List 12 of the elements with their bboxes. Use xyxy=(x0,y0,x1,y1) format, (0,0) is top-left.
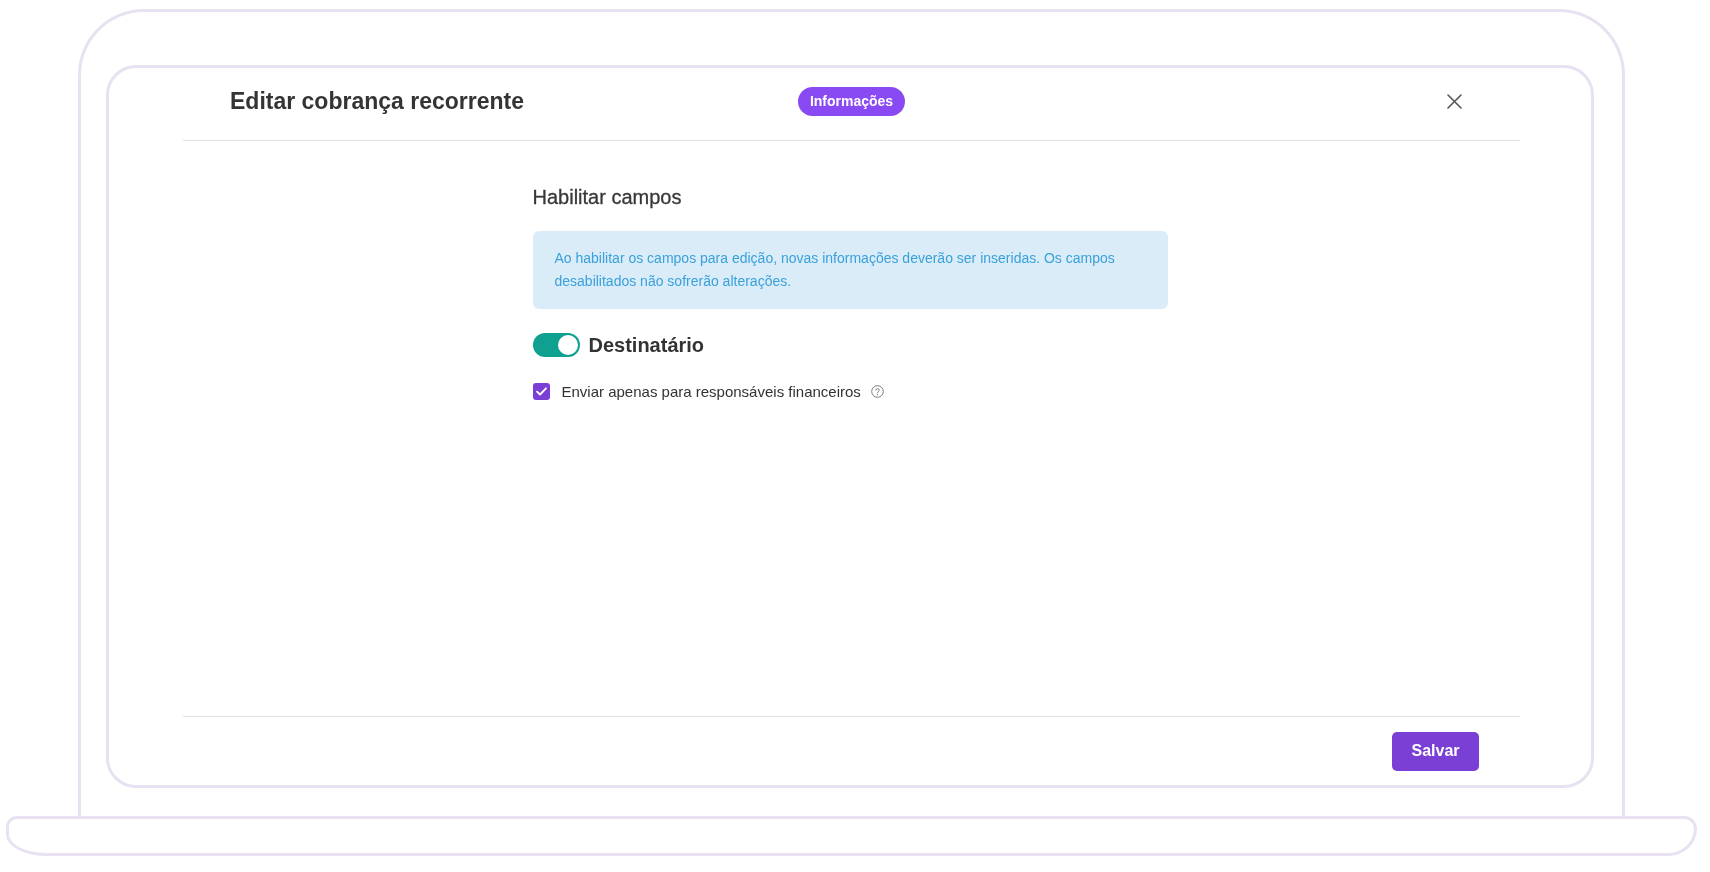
info-badge: Informações xyxy=(797,86,906,116)
checkbox[interactable] xyxy=(532,383,550,400)
checkbox-label: Enviar apenas para responsáveis financeiros xyxy=(561,383,861,400)
toggle-label: Destinatário xyxy=(588,333,705,357)
checkmark-icon xyxy=(535,387,547,396)
toggle-switch[interactable] xyxy=(532,333,580,357)
help-icon[interactable] xyxy=(870,385,884,398)
section-heading: Habilitar campos xyxy=(532,185,683,209)
info-notice: Ao habilitar os campos para edição, novas informações deverão ser inseridas. Os campos desabilitados não sofrerão alterações. xyxy=(532,231,1168,309)
close-icon[interactable] xyxy=(1447,93,1462,109)
dialog-title: Editar cobrança recorrente xyxy=(230,87,524,115)
save-button[interactable]: Salvar xyxy=(1392,731,1479,771)
